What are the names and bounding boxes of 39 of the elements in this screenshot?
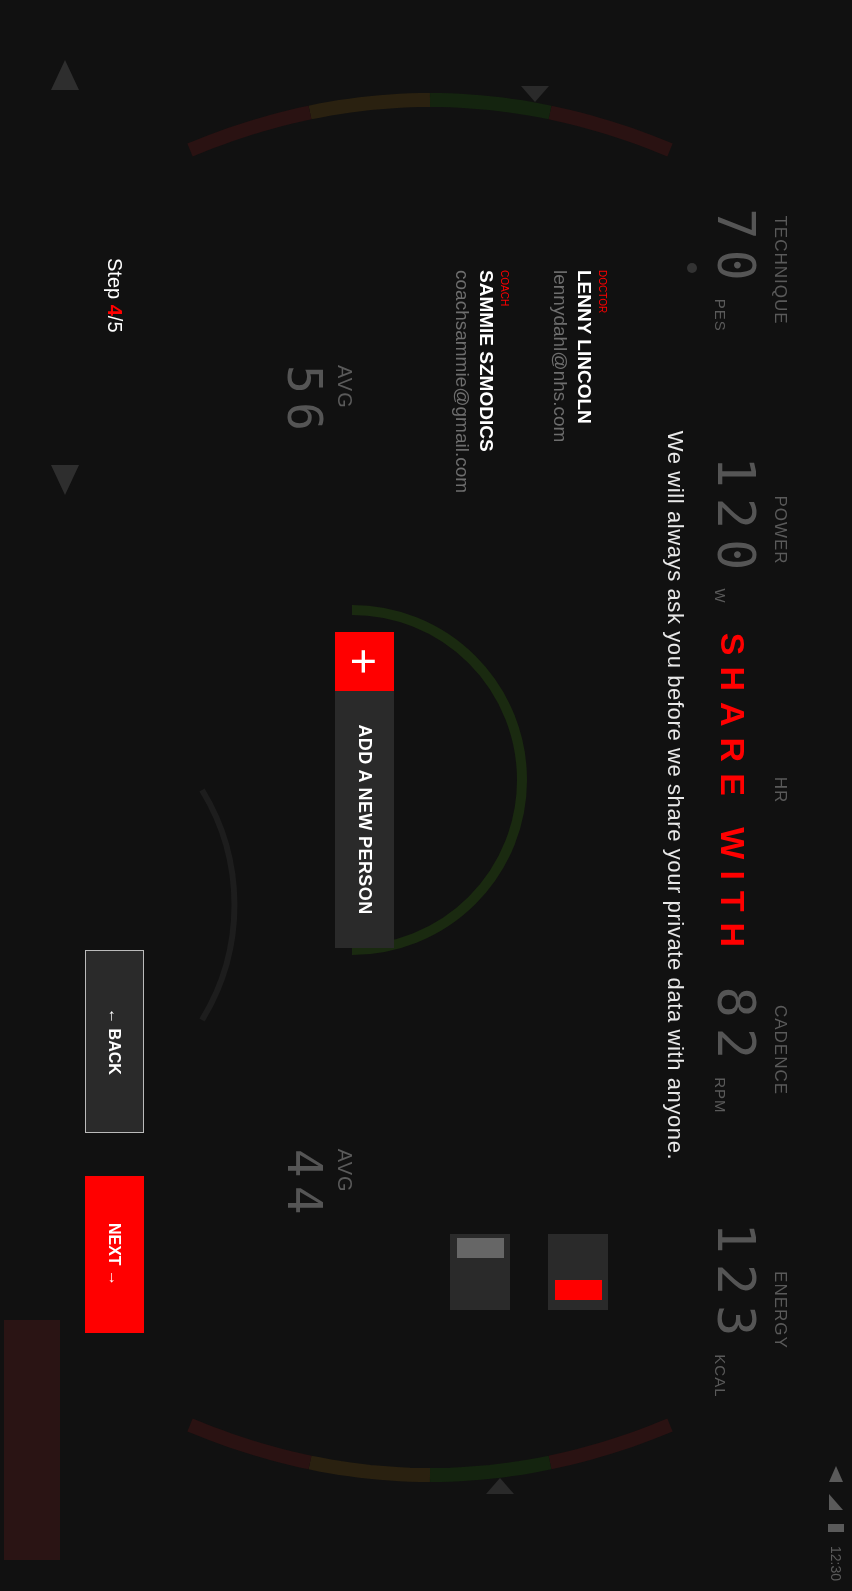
- signal-icon: [829, 1465, 843, 1482]
- stat-value: 123: [710, 1222, 762, 1347]
- contact-name: SAMMIE SZMODICS: [475, 270, 498, 454]
- stat-unit: W: [711, 588, 729, 604]
- dialog-title: SHARE WITH: [714, 632, 752, 959]
- stat-unit: RPM: [711, 1077, 729, 1114]
- stat-label: HR: [770, 776, 790, 804]
- stat-label: TECHNIQUE: [770, 215, 790, 325]
- dialog-subtitle: We will always ask you before we share your private data with anyone.: [662, 430, 688, 1161]
- next-button[interactable]: NEXT →: [85, 1176, 144, 1333]
- average-value: 56: [277, 365, 333, 439]
- stat-unit: KCAL: [711, 1354, 729, 1398]
- share-toggle[interactable]: [548, 1234, 608, 1310]
- contact-name: LENNY LINCOLN: [573, 270, 596, 426]
- average-label: AVG: [333, 1148, 356, 1193]
- stat-value: 70: [710, 208, 762, 291]
- wifi-icon: [829, 1493, 843, 1510]
- contact-email: lennydahl@nhs.com: [549, 270, 572, 443]
- dot-icon: [687, 263, 697, 273]
- status-time: 12:30: [828, 1545, 844, 1581]
- back-button[interactable]: ← BACK: [85, 950, 144, 1133]
- contact-email: coachsammie@gmail.com: [451, 270, 474, 494]
- stat-value: 82: [710, 986, 762, 1070]
- stat-unit: PES: [711, 298, 729, 332]
- average-label: AVG: [333, 365, 356, 409]
- add-person-button[interactable]: + ADD A NEW PERSON: [335, 632, 394, 948]
- step-indicator: Step 4/5: [103, 258, 126, 335]
- stat-value: 120: [710, 456, 762, 581]
- plus-icon: +: [335, 632, 394, 691]
- stat-label: ENERGY: [770, 1271, 790, 1349]
- contact-role: DOCTOR: [596, 270, 608, 316]
- left-arrow-icon: [51, 60, 79, 90]
- battery-icon: [828, 1521, 844, 1534]
- stat-label: POWER: [770, 495, 790, 565]
- right-arrow-icon: [51, 465, 79, 495]
- share-toggle[interactable]: [450, 1234, 510, 1310]
- contact-role: COACH: [498, 270, 510, 309]
- stat-label: CADENCE: [770, 1004, 790, 1096]
- average-value: 44: [277, 1148, 333, 1223]
